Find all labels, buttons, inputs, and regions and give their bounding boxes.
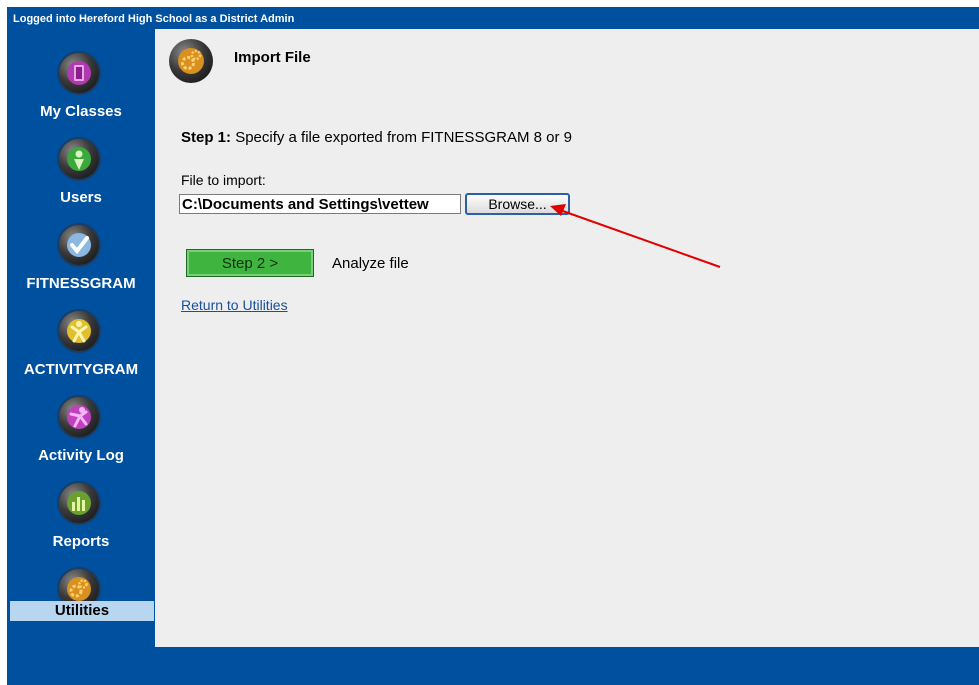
door-icon [59,53,99,93]
step2-button[interactable]: Step 2 > [186,249,314,277]
users-icon [59,139,99,179]
gears-icon [169,39,213,83]
sidebar-item-my-classes[interactable]: My Classes [7,51,155,137]
sidebar-item-reports[interactable]: Reports [7,481,155,567]
page-title: Import File [234,49,311,66]
sidebar-item-label: My Classes [40,103,122,120]
sidebar-item-label: Activity Log [38,447,124,464]
sidebar-item-activity-log[interactable]: Activity Log [7,395,155,481]
browse-button[interactable]: Browse... [465,193,570,215]
app-frame: Logged into Hereford High School as a Di… [7,7,979,685]
sidebar-item-fitnessgram[interactable]: FITNESSGRAM [7,223,155,309]
bar-chart-icon [59,483,99,523]
sidebar-item-label-utilities[interactable]: Utilities [10,601,154,621]
person-activity-icon [59,311,99,351]
main-content: Import File Step 1: Specify a file expor… [155,29,979,647]
analyze-file-label: Analyze file [332,255,409,272]
sidebar-item-users[interactable]: Users [7,137,155,223]
checkmark-icon [59,225,99,265]
sidebar-item-label: Reports [52,533,110,550]
sidebar-item-label: Users [60,189,102,206]
step1-label: Step 1: [181,129,232,146]
login-status: Logged into Hereford High School as a Di… [13,13,295,25]
sidebar-item-activitygram[interactable]: ACTIVITYGRAM [7,309,155,395]
running-person-icon [59,397,99,437]
return-to-utilities-link[interactable]: Return to Utilities [181,297,288,313]
step1-instruction: Step 1: Specify a file exported from FIT… [181,129,572,146]
sidebar-item-label: FITNESSGRAM [26,275,136,292]
sidebar-item-label: ACTIVITYGRAM [23,361,139,378]
step1-text: Specify a file exported from FITNESSGRAM… [235,129,572,146]
file-import-label: File to import: [181,172,266,188]
file-path-input[interactable] [179,194,461,214]
